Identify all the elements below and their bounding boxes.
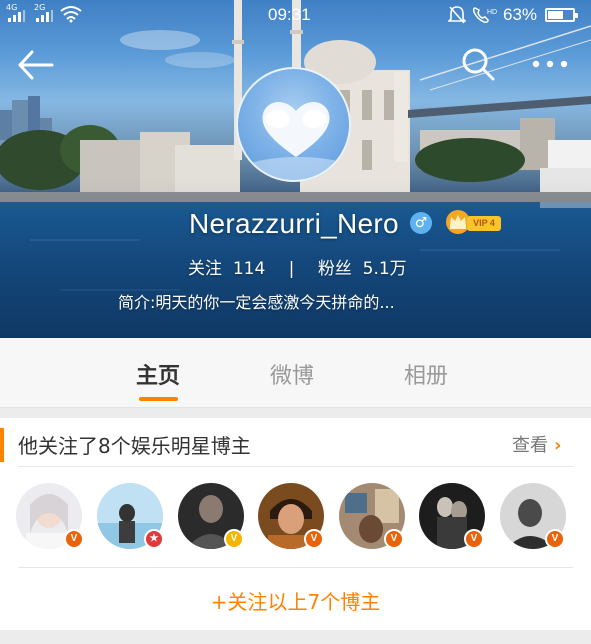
svg-text:HD: HD	[487, 9, 497, 16]
heart-cloud-image	[238, 102, 349, 180]
bottom-gap	[0, 630, 591, 644]
battery-icon	[545, 8, 578, 22]
male-gender-icon: ♂	[410, 212, 432, 234]
hd-call-icon: HD	[472, 7, 497, 23]
followers-count: 5.1万	[362, 259, 407, 279]
verified-badge-icon: V	[224, 529, 244, 549]
profile-intro[interactable]: 简介:明天的你一定会感激今天拼命的...	[118, 289, 395, 313]
card-title: 他关注了8个娱乐明星博主	[18, 434, 251, 458]
status-bar: 4G 2G 09:31 HD 63%	[0, 0, 591, 30]
tab-album[interactable]: 相册	[404, 358, 448, 390]
wifi-icon	[60, 6, 82, 23]
verified-badge-icon: V	[545, 529, 565, 549]
followed-stars-card: 他关注了8个娱乐明星博主 查看 › V ★ V V V V V +关注以上7个博…	[0, 418, 591, 630]
verified-badge-icon: V	[384, 529, 404, 549]
signal-bars-icon	[8, 10, 25, 22]
verified-badge-icon: V	[64, 529, 84, 549]
followers-label: 粉丝	[317, 259, 352, 279]
profile-avatar[interactable]	[236, 67, 351, 182]
chevron-right-icon: ›	[554, 435, 562, 456]
search-button[interactable]	[460, 46, 496, 82]
vip-badge[interactable]: VIP 4	[445, 209, 503, 235]
card-accent-bar	[0, 428, 4, 462]
stats-separator: |	[288, 259, 295, 279]
battery-fill	[548, 11, 563, 19]
tab-active-indicator	[139, 397, 178, 401]
following-count: 114	[232, 259, 266, 279]
see-more-link[interactable]: 查看 ›	[512, 431, 561, 457]
star-badge-icon: ★	[144, 529, 164, 549]
alarm-off-icon	[448, 6, 466, 24]
profile-username: Nerazzurri_Nero	[189, 208, 399, 239]
verified-badge-icon: V	[464, 529, 484, 549]
more-icon	[532, 60, 568, 68]
status-time: 09:31	[268, 5, 311, 24]
battery-percent: 63%	[503, 5, 538, 24]
tab-weibo[interactable]: 微博	[270, 358, 314, 390]
followers-link[interactable]: 粉丝 5.1万	[318, 254, 407, 279]
vip-level-label: VIP 4	[467, 216, 501, 231]
following-label: 关注	[188, 259, 222, 279]
card-divider-bottom	[18, 567, 573, 568]
search-icon	[462, 48, 495, 81]
section-gap	[0, 408, 591, 418]
following-link[interactable]: 关注 114	[188, 254, 265, 279]
verified-badge-icon: V	[304, 529, 324, 549]
tab-home[interactable]: 主页	[136, 358, 180, 390]
see-more-label: 查看	[512, 435, 548, 456]
back-button[interactable]	[16, 48, 56, 82]
card-divider	[18, 466, 573, 467]
profile-stats: 关注 114 | 粉丝 5.1万	[188, 254, 407, 279]
signal-bars-icon-2	[36, 10, 53, 22]
follow-all-button[interactable]: +关注以上7个博主	[0, 586, 591, 615]
profile-tabs: 主页 微博 相册	[0, 338, 591, 408]
more-button[interactable]	[530, 56, 570, 72]
star-avatars-row: V ★ V V V V V	[0, 483, 591, 553]
back-arrow-icon	[18, 50, 54, 80]
